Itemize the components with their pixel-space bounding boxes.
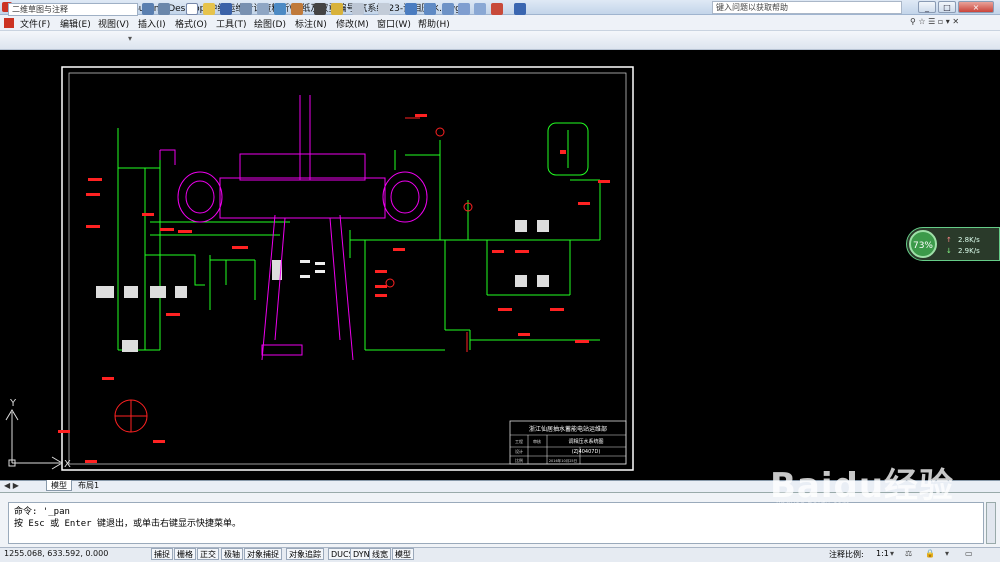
menu-format[interactable]: 格式(O): [175, 17, 207, 30]
annotation-scale-label: 注释比例:: [829, 550, 864, 559]
menu-dimension[interactable]: 标注(N): [295, 17, 327, 30]
title-block-date: 2016年10月25日: [549, 458, 577, 463]
coordinate-readout[interactable]: 1255.068, 633.592, 0.000: [4, 549, 108, 558]
chevron-down-icon[interactable]: ▾: [128, 34, 132, 43]
network-download-speed: 2.9K/s: [958, 247, 980, 255]
document-icon[interactable]: [4, 18, 14, 28]
title-block-label-project: 工程: [515, 438, 523, 444]
menu-edit[interactable]: 编辑(E): [60, 17, 91, 30]
ucs-icon: [5, 409, 63, 470]
cut-icon[interactable]: [314, 3, 326, 15]
menu-modify[interactable]: 修改(M): [336, 17, 369, 30]
properties-icon[interactable]: [458, 3, 470, 15]
save-icon[interactable]: [220, 3, 232, 15]
tab-scroll-icon[interactable]: ◀ ▶: [4, 481, 19, 490]
download-arrow-icon: ↓: [946, 247, 952, 255]
publish-icon[interactable]: [274, 3, 286, 15]
zoom-previous-icon[interactable]: [442, 3, 454, 15]
help-toolbar-icons[interactable]: ⚲ ☆ ☰ ▫ ▾ ✕: [910, 17, 990, 29]
command-scrollbar[interactable]: [986, 502, 996, 544]
menu-window[interactable]: 窗口(W): [377, 17, 411, 30]
ortho-toggle[interactable]: 正交: [197, 548, 219, 560]
menu-file[interactable]: 文件(F): [20, 17, 50, 30]
title-block-drawing-name: 调相压水系统图: [568, 438, 603, 445]
menu-draw[interactable]: 绘图(D): [254, 17, 286, 30]
machinery-magenta: [159, 95, 428, 361]
3d-dwf-icon[interactable]: [291, 3, 303, 15]
zoom-icon[interactable]: [424, 3, 436, 15]
menu-tools[interactable]: 工具(T): [216, 17, 247, 30]
help-search-input[interactable]: 键入问题以获取帮助: [712, 1, 902, 14]
tab-layout1[interactable]: 布局1: [74, 480, 103, 491]
pan-icon[interactable]: [405, 3, 417, 15]
clean-screen-icon[interactable]: ▭: [965, 549, 973, 558]
title-block-label-scale: 比例: [515, 457, 523, 463]
tray-settings-icon[interactable]: ▾: [945, 549, 949, 558]
plot-preview-icon[interactable]: [257, 3, 269, 15]
polar-toggle[interactable]: 极轴: [221, 548, 243, 560]
lineweight-toggle[interactable]: 线宽: [369, 548, 391, 560]
close-button[interactable]: ×: [958, 1, 994, 13]
ucs-x-label: X: [64, 459, 71, 470]
calculator-icon[interactable]: [491, 3, 503, 15]
lock-icon[interactable]: 🔒: [925, 549, 935, 558]
menu-help[interactable]: 帮助(H): [418, 17, 450, 30]
tab-model[interactable]: 模型: [46, 480, 72, 491]
help-icon[interactable]: [514, 3, 526, 15]
design-center-icon[interactable]: [474, 3, 486, 15]
workspace-select[interactable]: 二维草图与注释: [8, 3, 138, 16]
redo-icon[interactable]: [378, 3, 390, 15]
title-block-company: 浙江仙居抽水蓄能电站运维部: [529, 425, 607, 433]
workspace-toggle-icon[interactable]: [158, 3, 170, 15]
upload-arrow-icon: ↑: [946, 236, 952, 244]
grid-toggle[interactable]: 栅格: [174, 548, 196, 560]
tag-labels-white: [300, 260, 325, 278]
menu-insert[interactable]: 插入(I): [138, 17, 166, 30]
workspace-settings-icon[interactable]: [142, 3, 154, 15]
piping-red: [114, 117, 473, 433]
annotation-visibility-icon[interactable]: ⚖: [905, 549, 912, 558]
minimize-button[interactable]: _: [918, 1, 936, 13]
plot-icon[interactable]: [240, 3, 252, 15]
chevron-down-icon[interactable]: ▾: [890, 549, 894, 558]
osnap-toggle[interactable]: 对象捕捉: [244, 548, 282, 560]
network-percent: 73%: [909, 230, 937, 258]
new-file-icon[interactable]: [186, 3, 198, 15]
command-line-2: 按 Esc 或 Enter 键退出，或单击右键显示快捷菜单。: [14, 519, 242, 529]
standard-toolbar: [0, 31, 1000, 50]
open-folder-icon[interactable]: [203, 3, 215, 15]
inner-border: [68, 72, 627, 465]
sheet-border: [61, 66, 634, 471]
piping-green: [117, 122, 601, 351]
title-block-label-design: 设计: [515, 448, 523, 454]
title-block-label-review: 审核: [533, 438, 541, 444]
baidu-watermark-url: jingyan.baidu.com: [776, 500, 850, 509]
snap-toggle[interactable]: 捕捉: [151, 548, 173, 560]
undo-icon[interactable]: [352, 3, 364, 15]
otrack-toggle[interactable]: 对象追踪: [286, 548, 324, 560]
menu-view[interactable]: 视图(V): [98, 17, 129, 30]
tag-labels-red: [58, 114, 610, 463]
annotation-scale-value[interactable]: 1:1: [876, 549, 889, 558]
cad-drawing[interactable]: 浙江仙居抽水蓄能电站运维部 调相压水系统图 (ZJ40407D) 工程 审核 设…: [0, 50, 1000, 480]
ucs-y-label: Y: [9, 398, 17, 409]
network-upload-speed: 2.8K/s: [958, 236, 980, 244]
model-toggle[interactable]: 模型: [392, 548, 414, 560]
maximize-button[interactable]: □: [938, 1, 956, 13]
title-block-code: (ZJ40407D): [572, 449, 601, 455]
match-properties-icon[interactable]: [331, 3, 343, 15]
